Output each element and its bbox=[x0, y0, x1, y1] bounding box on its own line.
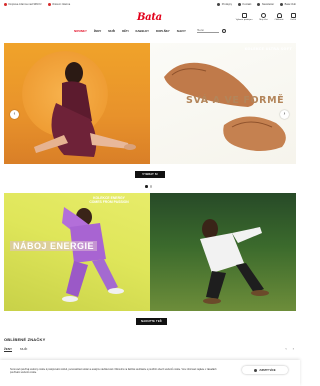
cookie-banner: Tento web používá soubory cookie k posky… bbox=[0, 360, 300, 386]
hero-cta-button[interactable]: VYBRAT SI bbox=[135, 171, 165, 178]
tab-men[interactable]: MUŽI bbox=[20, 347, 27, 351]
favorite-brands-title: OBLÍBENÉ ZNAČKY bbox=[4, 337, 46, 342]
phone-icon bbox=[238, 3, 242, 6]
stores-label: Prodejny bbox=[221, 3, 233, 6]
carousel-dot-2[interactable] bbox=[149, 185, 152, 188]
energy-collection-banner: KOLEKCE ENERGY COMES FROM PASSION NÁBOJ … bbox=[4, 193, 296, 311]
store-selector-label: Vyberte prodejnu bbox=[235, 19, 253, 21]
nav-item-kids[interactable]: DĚTI bbox=[122, 29, 128, 33]
brands-next-icon[interactable]: › bbox=[293, 346, 294, 351]
cookie-more-label: ZJISTIT VÍCE bbox=[259, 368, 276, 372]
account-button[interactable]: Můj účet bbox=[259, 13, 268, 21]
favorites-button[interactable]: Oblíbené bbox=[275, 13, 284, 21]
top-info-bar: Doprava zdarma nad 999 Kč Vrácení zdarma… bbox=[0, 0, 300, 9]
account-label: Můj účet bbox=[259, 19, 268, 21]
energy-title: NÁBOJ ENERGIE bbox=[10, 241, 98, 251]
carousel-pagination bbox=[145, 185, 152, 188]
cookie-text: Tento web používá soubory cookie k posky… bbox=[10, 369, 217, 375]
heart-icon bbox=[276, 13, 282, 18]
brands-tabs: ŽENY MUŽI bbox=[4, 347, 27, 351]
club-icon bbox=[280, 3, 284, 6]
newsletter-label: Newsletter bbox=[261, 3, 275, 6]
favorites-label: Oblíbené bbox=[274, 19, 284, 21]
energy-man-image[interactable] bbox=[150, 193, 296, 311]
hero-title: SVÁ A VE FORMĚ bbox=[186, 95, 285, 106]
bata-club-label: Bata Club bbox=[284, 3, 296, 6]
store-icon bbox=[241, 13, 247, 18]
energy-model-figure bbox=[62, 207, 124, 302]
bata-logo[interactable]: Bata bbox=[137, 12, 162, 23]
nav-item-sale[interactable]: SLEVY bbox=[177, 29, 186, 33]
hero-next-button[interactable]: › bbox=[280, 110, 289, 119]
cart-label: Košík bbox=[290, 19, 296, 21]
free-shipping-link[interactable]: Doprava zdarma nad 999 Kč bbox=[4, 3, 42, 6]
stores-link[interactable]: Prodejny bbox=[217, 3, 232, 6]
brands-prev-icon[interactable]: ‹ bbox=[285, 346, 286, 351]
hero-model-figure bbox=[34, 62, 136, 157]
contact-label: Kontakt bbox=[242, 3, 252, 6]
brands-scroll-arrows: ‹ › bbox=[285, 346, 294, 351]
search-icon[interactable] bbox=[221, 28, 226, 33]
energy-model-image[interactable]: KOLEKCE ENERGY COMES FROM PASSION NÁBOJ … bbox=[4, 193, 150, 311]
energy-man-figure bbox=[200, 219, 269, 304]
info-icon bbox=[254, 368, 258, 372]
energy-collection-label: KOLEKCE ENERGY COMES FROM PASSION bbox=[72, 196, 146, 205]
hero-shoe-image[interactable]: KOLEKCE ULTRA SOFT SVÁ A VE FORMĚ › bbox=[150, 43, 296, 164]
free-returns-label: Vrácení zdarma bbox=[52, 3, 71, 6]
hero-prev-button[interactable]: ‹ bbox=[10, 110, 19, 119]
hero-collection-label: KOLEKCE ULTRA SOFT bbox=[244, 47, 292, 51]
nav-item-new[interactable]: NOVINKY bbox=[74, 29, 87, 33]
energy-label-line2: COMES FROM PASSION bbox=[89, 199, 129, 204]
hero-model-image[interactable]: ‹ bbox=[4, 43, 150, 164]
nav-item-men[interactable]: MUŽI bbox=[108, 29, 115, 33]
cookie-more-button[interactable]: ZJISTIT VÍCE bbox=[242, 366, 288, 374]
nav-item-accessories[interactable]: DOPLŇKY bbox=[156, 29, 170, 33]
bata-club-link[interactable]: Bata Club bbox=[280, 3, 296, 6]
site-header: Bata Vyberte prodejnu Můj účet Oblíbené … bbox=[0, 9, 300, 26]
user-icon bbox=[260, 13, 266, 18]
free-shipping-label: Doprava zdarma nad 999 Kč bbox=[8, 3, 42, 6]
truck-icon bbox=[4, 3, 7, 6]
cart-icon bbox=[290, 13, 296, 18]
nav-item-handbags[interactable]: KABELKY bbox=[136, 29, 150, 33]
contact-link[interactable]: Kontakt bbox=[238, 3, 251, 6]
tab-women[interactable]: ŽENY bbox=[4, 347, 12, 351]
nav-item-women[interactable]: ŽENY bbox=[94, 29, 101, 33]
free-returns-link[interactable]: Vrácení zdarma bbox=[47, 3, 71, 6]
mail-icon bbox=[257, 3, 261, 6]
hero-carousel: ‹ KOLEKCE ULTRA SOFT SVÁ A VE FORMĚ › bbox=[4, 43, 296, 164]
newsletter-link[interactable]: Newsletter bbox=[257, 3, 274, 6]
main-navigation: NOVINKY ŽENY MUŽI DĚTI KABELKY DOPLŇKY S… bbox=[0, 26, 300, 35]
cart-button[interactable]: Košík bbox=[291, 13, 296, 21]
chevron-left-icon: ‹ bbox=[13, 111, 16, 117]
header-actions: Vyberte prodejnu Můj účet Oblíbené Košík bbox=[236, 13, 296, 21]
return-icon bbox=[47, 3, 51, 6]
store-selector-button[interactable]: Vyberte prodejnu bbox=[235, 13, 253, 21]
location-icon bbox=[217, 3, 221, 6]
carousel-dot-1[interactable] bbox=[145, 185, 148, 188]
chevron-right-icon: › bbox=[283, 111, 286, 117]
energy-cta-button[interactable]: NAKUPTE TEĎ bbox=[136, 318, 167, 325]
search-input[interactable] bbox=[196, 28, 219, 33]
search-box bbox=[196, 28, 226, 33]
